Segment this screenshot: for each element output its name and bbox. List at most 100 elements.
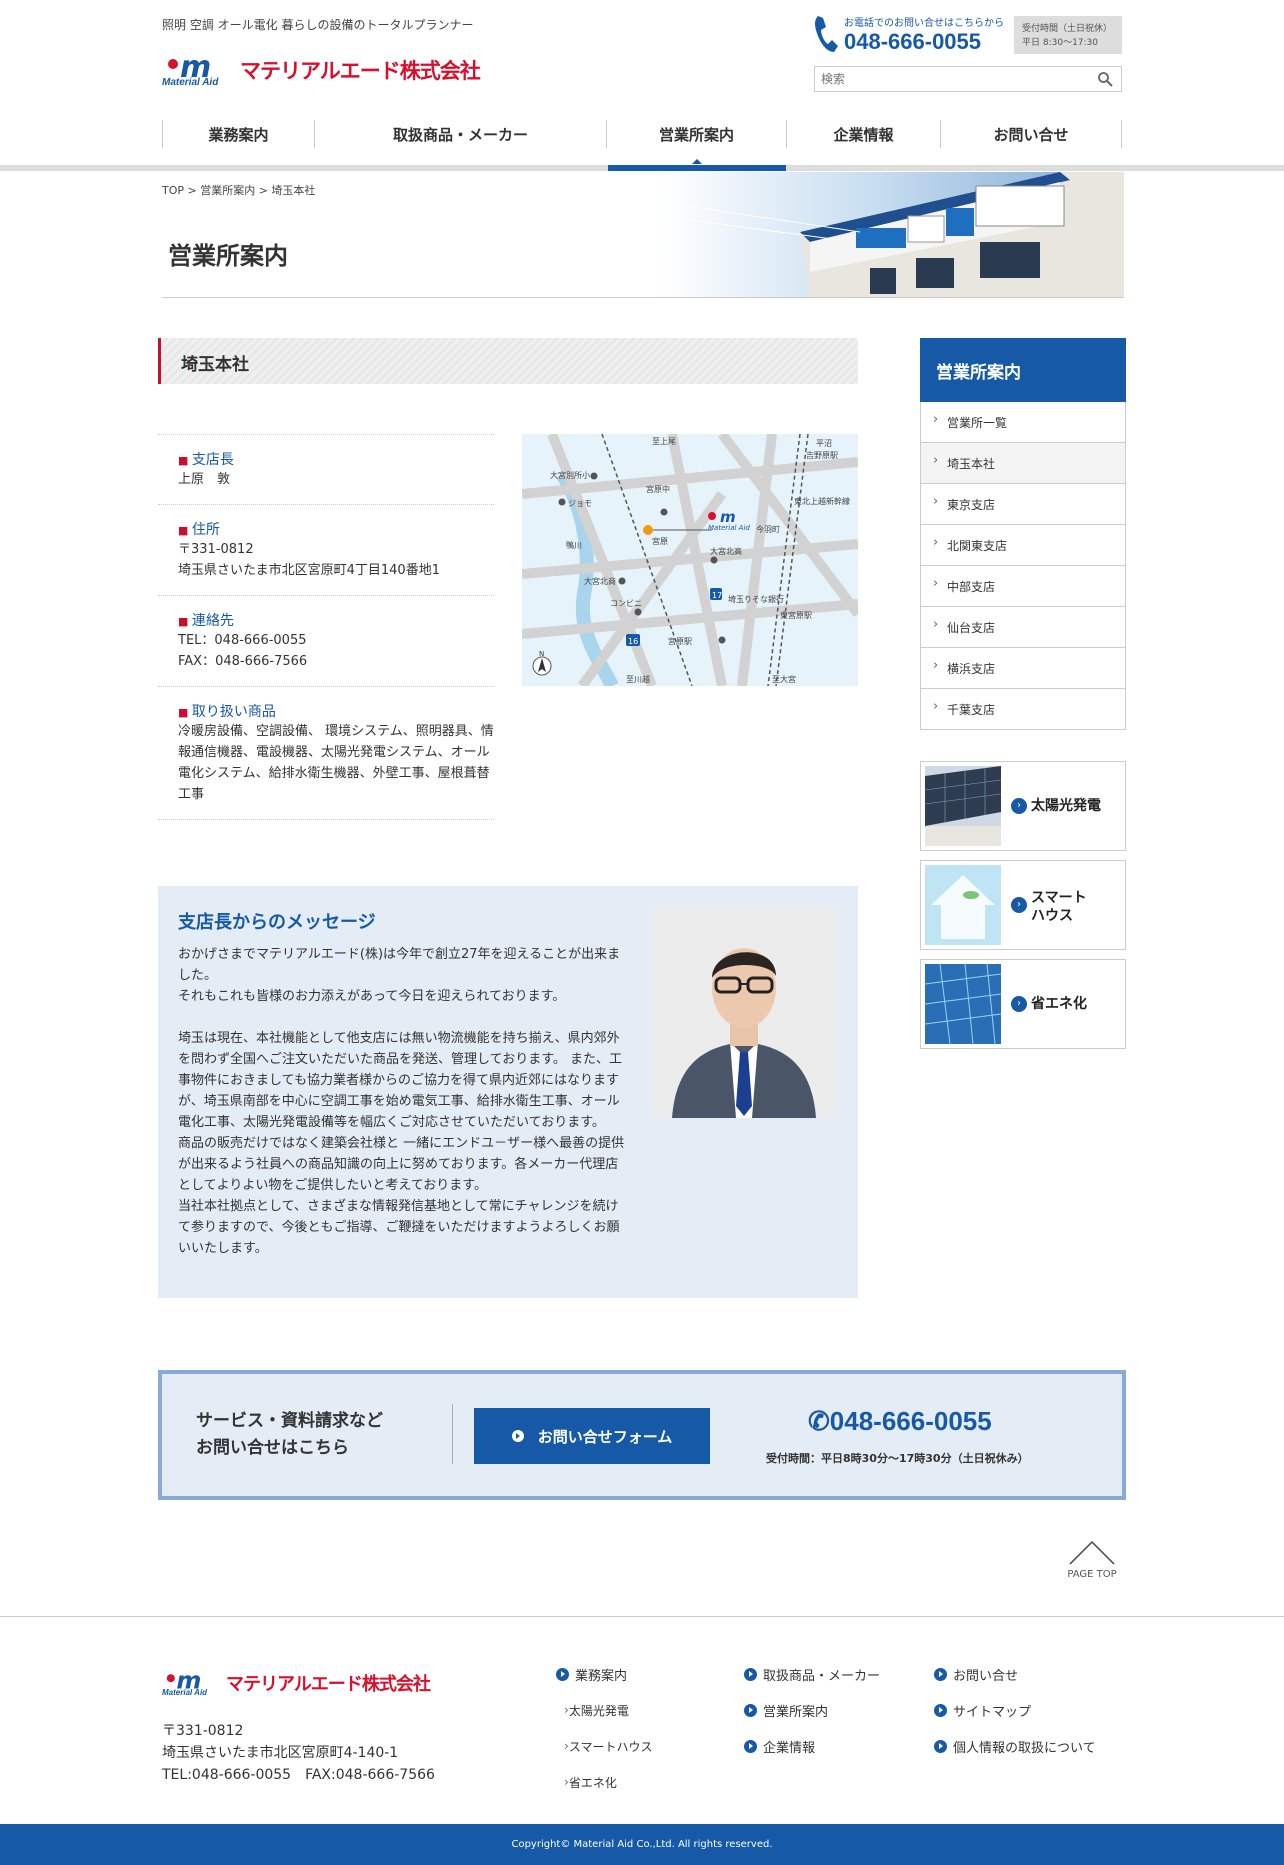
footer-link[interactable]: 企業情報 — [744, 1728, 880, 1764]
logo-mark-icon: m Material Aid — [162, 50, 219, 89]
sidebar-item-kitakanto[interactable]: 北関東支店 — [920, 525, 1126, 566]
arrow-circle-icon — [744, 1703, 757, 1717]
arrow-circle-icon — [934, 1739, 947, 1753]
map-label: 東宮原駅 — [780, 610, 812, 620]
nav-services[interactable]: 業務案内 — [162, 120, 314, 148]
logo-company-name: マテリアルエード株式会社 — [240, 59, 481, 83]
manager-photo — [652, 906, 836, 1118]
footer-sublink[interactable]: スマートハウス — [564, 1728, 653, 1764]
smart-house-image — [925, 865, 1001, 945]
cta-phone-number[interactable]: ✆048-666-0055 — [808, 1406, 992, 1437]
logo-mark-icon: m Material Aid — [162, 1667, 208, 1698]
sidebar-heading: 営業所案内 — [920, 338, 1126, 402]
banner-label: 太陽光発電 — [1031, 798, 1101, 814]
footer-col-3: お問い合せ サイトマップ 個人情報の取扱について — [934, 1656, 1096, 1764]
map-label: 大宮別所小 — [550, 470, 590, 480]
footer-address: 〒331-0812 埼玉県さいたま市北区宮原町4-140-1 TEL:048-6… — [162, 1723, 435, 1783]
map-label: 大宮北商 — [584, 576, 616, 586]
info-value: 上原 敦 — [178, 472, 231, 487]
page-title: 営業所案内 — [168, 242, 288, 270]
office-map[interactable]: m Material Aid 大宮別所小 ジョモ 宮原中 今羽町 大宮北高 大宮… — [522, 434, 858, 686]
office-info: 支店長 上原 敦 住所 〒331-0812 埼玉県さいたま市北区宮原町4丁目14… — [158, 434, 494, 820]
sidebar-item-yokohama[interactable]: 横浜支店 — [920, 648, 1126, 689]
banner-energy-saving[interactable]: › 省エネ化 — [920, 959, 1126, 1049]
info-label: 取り扱い商品 — [178, 701, 494, 721]
search-input[interactable] — [815, 67, 1075, 91]
sidebar-item-saitama[interactable]: 埼玉本社 — [920, 443, 1126, 484]
site-logo[interactable]: m Material Aid マテリアルエード株式会社 — [162, 50, 481, 90]
map-label: 埼玉りそな銀行 — [728, 594, 784, 604]
map-label: 鴨川 — [566, 540, 582, 550]
info-value: 〒331-0812 埼玉県さいたま市北区宮原町4丁目140番地1 — [178, 542, 440, 578]
phone-number[interactable]: 048-666-0055 — [844, 29, 1004, 55]
arrow-circle-icon — [934, 1667, 947, 1681]
manager-message: 支店長からのメッセージ おかげさまでマテリアルエード(株)は今年で創立27年を迎… — [158, 886, 858, 1298]
arrow-circle-icon — [744, 1739, 757, 1753]
section-heading: 埼玉本社 — [158, 338, 858, 384]
phone-caption: お電話でのお問い合せはこちらから — [844, 18, 1004, 29]
nav-company[interactable]: 企業情報 — [786, 120, 940, 148]
cta-text: サービス・資料請求など お問い合せはこちら — [196, 1411, 383, 1458]
footer-link[interactable]: 営業所案内 — [744, 1692, 880, 1728]
map-label: コンビニ — [610, 599, 642, 608]
svg-text:Material Aid: Material Aid — [708, 524, 750, 532]
cta-divider — [452, 1404, 453, 1464]
nav-products[interactable]: 取扱商品・メーカー — [314, 120, 606, 148]
sidebar-item-chubu[interactable]: 中部支店 — [920, 566, 1126, 607]
footer-sublink[interactable]: 太陽光発電 — [564, 1692, 652, 1728]
sidebar-item-sendai[interactable]: 仙台支店 — [920, 607, 1126, 648]
nav-contact[interactable]: お問い合せ — [940, 120, 1122, 148]
map-road-16: 16 — [628, 637, 638, 646]
sidebar-item-list[interactable]: 営業所一覧 — [920, 402, 1126, 443]
hours-box: 受付時間（土日祝休） 平日 8:30～17:30 — [1014, 16, 1122, 54]
chevron-right-icon: › — [1011, 996, 1027, 1012]
solar-panel-image — [925, 766, 1001, 846]
footer-link[interactable]: お問い合せ — [934, 1656, 1096, 1692]
map-label: 宮原 — [652, 536, 668, 546]
cta-hours: 受付時間：平日8時30分～17時30分（土日祝休み） — [766, 1452, 1029, 1465]
chevron-up-icon — [1069, 1540, 1115, 1565]
footer-divider — [0, 1616, 1284, 1617]
phone-icon — [812, 14, 844, 56]
footer-logo[interactable]: m Material Aid マテリアルエード株式会社 — [162, 1664, 431, 1702]
page-top-button[interactable]: PAGE TOP — [1060, 1540, 1124, 1594]
map-label: 至大宮 — [772, 674, 796, 684]
header-tagline: 照明 空調 オール電化 暮らしの設備のトータルプランナー — [162, 18, 474, 32]
phone-icon: ✆ — [808, 1406, 830, 1436]
title-divider — [162, 297, 1124, 298]
sidebar-item-chiba[interactable]: 千葉支店 — [920, 689, 1126, 730]
sidebar: 営業所案内 営業所一覧 埼玉本社 東京支店 北関東支店 中部支店 仙台支店 横浜… — [920, 338, 1126, 730]
footer-link[interactable]: 業務案内 — [556, 1656, 652, 1692]
chevron-right-icon: › — [1011, 798, 1027, 814]
arrow-circle-icon — [744, 1667, 757, 1681]
map-label: 大宮北高 — [710, 546, 742, 556]
map-label: ジョモ — [568, 499, 592, 508]
footer-col-1: 業務案内 太陽光発電 スマートハウス 省エネ化 — [556, 1656, 652, 1800]
sidebar-item-tokyo[interactable]: 東京支店 — [920, 484, 1126, 525]
nav-offices[interactable]: 営業所案内 — [606, 120, 786, 148]
footer-sublink[interactable]: 省エネ化 — [564, 1764, 652, 1800]
energy-saving-image — [925, 964, 1001, 1044]
map-label: 平沼 — [816, 439, 832, 448]
message-body: おかげさまでマテリアルエード(株)は今年で創立27年を迎えることが出来ました。 … — [178, 947, 625, 1256]
footer-link[interactable]: サイトマップ — [934, 1692, 1096, 1728]
info-label: 連絡先 — [178, 610, 494, 630]
map-label: 東北上越新幹線 — [794, 496, 850, 506]
map-label: 宮原中 — [646, 484, 670, 494]
contact-cta: サービス・資料請求など お問い合せはこちら お問い合せフォーム ✆048-666… — [158, 1370, 1126, 1500]
info-value: 冷暖房設備、空調設備、 環境システム、照明器具、情報通信機器、電設機器、太陽光発… — [178, 724, 494, 802]
arrow-circle-icon — [511, 1430, 524, 1442]
contact-form-button[interactable]: お問い合せフォーム — [474, 1408, 710, 1464]
map-label: 吉野原駅 — [806, 451, 838, 460]
search-icon[interactable] — [1097, 71, 1113, 87]
banner-smart-house[interactable]: › スマート ハウス — [920, 860, 1126, 950]
footer-link[interactable]: 取扱商品・メーカー — [744, 1656, 880, 1692]
chevron-right-icon: › — [1011, 897, 1027, 913]
breadcrumb[interactable]: TOP > 営業所案内 > 埼玉本社 — [162, 182, 315, 198]
info-row: 住所 〒331-0812 埼玉県さいたま市北区宮原町4丁目140番地1 — [158, 504, 494, 595]
map-label: 至上尾 — [652, 437, 676, 446]
info-row: 支店長 上原 敦 — [158, 434, 494, 504]
info-value: TEL：048-666-0055 FAX：048-666-7566 — [178, 633, 308, 669]
footer-link[interactable]: 個人情報の取扱について — [934, 1728, 1096, 1764]
banner-solar[interactable]: › 太陽光発電 — [920, 761, 1126, 851]
